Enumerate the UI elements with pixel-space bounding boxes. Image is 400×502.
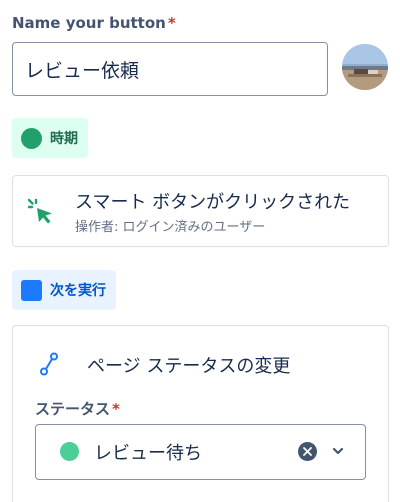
- then-chip: 次を実行: [12, 270, 116, 310]
- flow-route-icon: [39, 352, 61, 380]
- trigger-card[interactable]: スマート ボタンがクリックされた 操作者: ログイン済みのユーザー: [12, 175, 389, 247]
- required-asterisk: *: [167, 14, 176, 32]
- name-field-label: Name your button *: [12, 14, 176, 32]
- chevron-down-icon[interactable]: [331, 443, 345, 462]
- action-card[interactable]: ページ ステータスの変更 ステータス * レビュー待ち: [12, 325, 389, 502]
- required-asterisk: *: [112, 400, 120, 418]
- then-square-icon: [21, 279, 42, 301]
- cursor-click-icon: [25, 196, 55, 230]
- when-chip-label: 時期: [50, 131, 78, 147]
- avatar[interactable]: [342, 44, 388, 90]
- status-label-text: ステータス: [35, 400, 111, 418]
- status-select[interactable]: レビュー待ち: [35, 424, 366, 480]
- when-chip: 時期: [12, 118, 88, 158]
- status-selected-value: レビュー待ち: [94, 443, 202, 464]
- name-label-text: Name your button: [12, 14, 166, 32]
- then-chip-label: 次を実行: [50, 283, 106, 299]
- button-name-input[interactable]: [12, 42, 328, 96]
- button-config-panel: Name your button* 時期 スマート ボタンがクリックされた 操: [0, 0, 400, 502]
- clear-x-icon[interactable]: [298, 442, 317, 461]
- status-field-label: ステータス *: [35, 398, 120, 419]
- status-color-dot: [60, 442, 79, 461]
- action-title: ページ ステータスの変更: [87, 356, 291, 377]
- when-dot-icon: [21, 127, 42, 149]
- avatar-photo: [342, 44, 388, 90]
- trigger-subtitle: 操作者: ログイン済みのユーザー: [75, 220, 266, 235]
- trigger-title: スマート ボタンがクリックされた: [75, 192, 351, 213]
